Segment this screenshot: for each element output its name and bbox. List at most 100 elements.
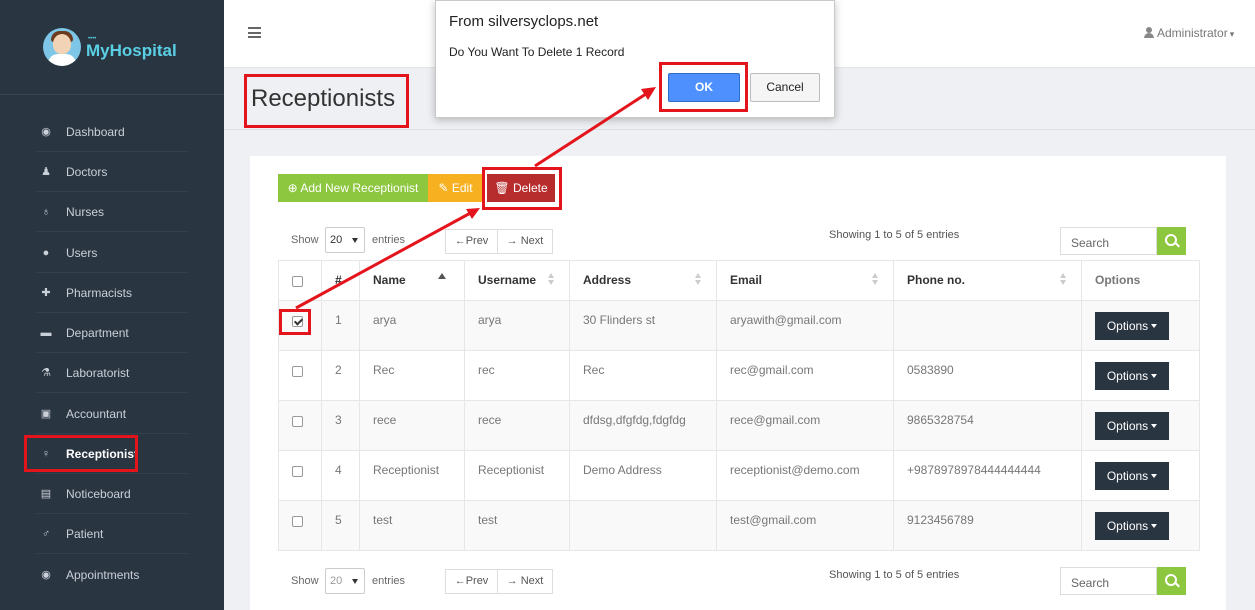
caret-down-icon [352,238,358,243]
table-row[interactable]: 4 Receptionist Receptionist Demo Address rec… [278,450,1200,501]
row-checkbox[interactable] [292,416,303,427]
prev-button[interactable]: ←Prev [445,229,498,254]
select-all-checkbox[interactable] [292,276,303,287]
sidebar-item-doctors[interactable]: ♟ Doctors [36,152,188,192]
search-icon[interactable] [1157,567,1186,595]
row-checkbox[interactable] [292,466,303,477]
sidebar-item-laboratorist[interactable]: ⚗ Laboratorist [36,353,188,393]
prev-button-bottom[interactable]: ←Prev [445,569,498,594]
show-label-bottom: Show [291,575,319,587]
dialog-message: Do You Want To Delete 1 Record [449,45,625,59]
cell-name: Rec [359,350,465,401]
col-number[interactable]: # [321,260,360,301]
cell-phone [893,300,1082,351]
caret-down-icon [1151,324,1158,328]
cell-address [569,500,717,551]
select-all-cell[interactable] [278,260,322,301]
male-icon: ♂ [41,528,51,540]
sidebar-item-accountant[interactable]: ▣ Accountant [36,394,188,434]
cell-name: arya [359,300,465,351]
col-username[interactable]: Username [464,260,570,301]
cell-phone: 0583890 [893,350,1082,401]
search-icon[interactable] [1157,227,1186,255]
page-size-select[interactable]: 20 [325,227,365,253]
table-row[interactable]: 2 Rec rec Rec rec@gmail.com 0583890 Options [278,350,1200,401]
cell-username: Receptionist [464,450,570,501]
plus-circle-icon: ⊕ [287,181,298,195]
cell-num: 4 [321,450,360,501]
sidebar-item-label: Doctors [66,165,108,179]
table-row[interactable]: 1 arya arya 30 Flinders st aryawith@gmail.co… [278,300,1200,351]
sidebar-item-label: Pharmacists [66,286,133,300]
sidebar-item-department[interactable]: ▬ Department [36,313,188,353]
sidebar-item-appointments[interactable]: ◉ Appointments [36,555,188,595]
cell-num: 1 [321,300,360,351]
sidebar-item-users[interactable]: ● Users [36,233,188,273]
entries-label: entries [372,234,406,246]
cell-options: Options [1081,400,1200,451]
next-button-bottom[interactable]: → Next [497,569,553,594]
user-menu[interactable]: Administrator ▾ [1144,26,1234,40]
cancel-button[interactable]: Cancel [750,73,820,102]
sidebar-item-noticeboard[interactable]: ▤ Noticeboard [36,474,188,514]
search-input[interactable]: Search [1060,227,1157,255]
edit-icon: ✎ [438,181,449,195]
table-info-bottom: Showing 1 to 5 of 5 entries [829,569,960,581]
sidebar-item-dashboard[interactable]: ◉ Dashboard [36,112,188,152]
table-header-row: # Name Username Address Email Phone no. … [278,260,1200,301]
doctor-icon: ♟ [41,166,51,178]
sidebar-item-nurses[interactable]: ♁ Nurses [36,192,188,232]
cell-address: dfdsg,dfgfdg,fdgfdg [569,400,717,451]
row-select-cell[interactable] [278,350,322,401]
options-dropdown-button[interactable]: Options [1095,512,1169,540]
edit-button[interactable]: ✎ Edit [428,174,483,202]
col-email[interactable]: Email [716,260,894,301]
search-input-bottom[interactable]: Search [1060,567,1157,595]
options-dropdown-button[interactable]: Options [1095,362,1169,390]
options-dropdown-button[interactable]: Options [1095,312,1169,340]
confirm-dialog: From silversyclops.net Do You Want To De… [435,0,835,118]
cell-username: rece [464,400,570,451]
row-select-cell[interactable] [278,500,322,551]
show-label: Show [291,234,319,246]
cell-email: test@gmail.com [716,500,894,551]
next-button[interactable]: → Next [497,229,553,254]
cell-options: Options [1081,350,1200,401]
row-checkbox[interactable] [292,366,303,377]
table-info: Showing 1 to 5 of 5 entries [829,229,960,241]
brand[interactable]: •••• MyHospital [0,0,224,95]
annotation-highlight-checkbox [279,309,311,335]
col-address[interactable]: Address [569,260,717,301]
page-size-select-bottom[interactable]: 20 [325,568,365,594]
file-icon: ▤ [40,488,52,500]
cell-email: aryawith@gmail.com [716,300,894,351]
row-select-cell[interactable] [278,450,322,501]
dashboard-icon: ◉ [41,126,51,138]
annotation-highlight-receptionist [24,435,138,472]
cell-options: Options [1081,300,1200,351]
cell-address: 30 Flinders st [569,300,717,351]
col-name[interactable]: Name [359,260,465,301]
sidebar-item-patient[interactable]: ♂ Patient [36,514,188,554]
sidebar-item-label: Accountant [66,407,127,421]
sidebar-item-label: Laboratorist [66,366,130,380]
caret-down-icon [1151,474,1158,478]
sidebar-item-pharmacists[interactable]: ✚ Pharmacists [36,273,188,313]
row-checkbox[interactable] [292,516,303,527]
col-phone[interactable]: Phone no. [893,260,1082,301]
sidebar-item-label: Nurses [66,205,105,219]
caret-down-icon [1151,424,1158,428]
sort-icon [695,273,702,287]
row-select-cell[interactable] [278,400,322,451]
sidebar-item-label: Patient [66,527,104,541]
cell-num: 3 [321,400,360,451]
annotation-highlight-title [244,74,409,128]
table-row[interactable]: 3 rece rece dfdsg,dfgfdg,fdgfdg rece@gmail.c… [278,400,1200,451]
entries-label-bottom: entries [372,575,406,587]
add-receptionist-button[interactable]: ⊕ Add New Receptionist [278,174,428,202]
table-row[interactable]: 5 test test test@gmail.com 9123456789 Options [278,500,1200,551]
options-dropdown-button[interactable]: Options [1095,412,1169,440]
menu-toggle-icon[interactable] [248,27,261,38]
cell-options: Options [1081,450,1200,501]
options-dropdown-button[interactable]: Options [1095,462,1169,490]
